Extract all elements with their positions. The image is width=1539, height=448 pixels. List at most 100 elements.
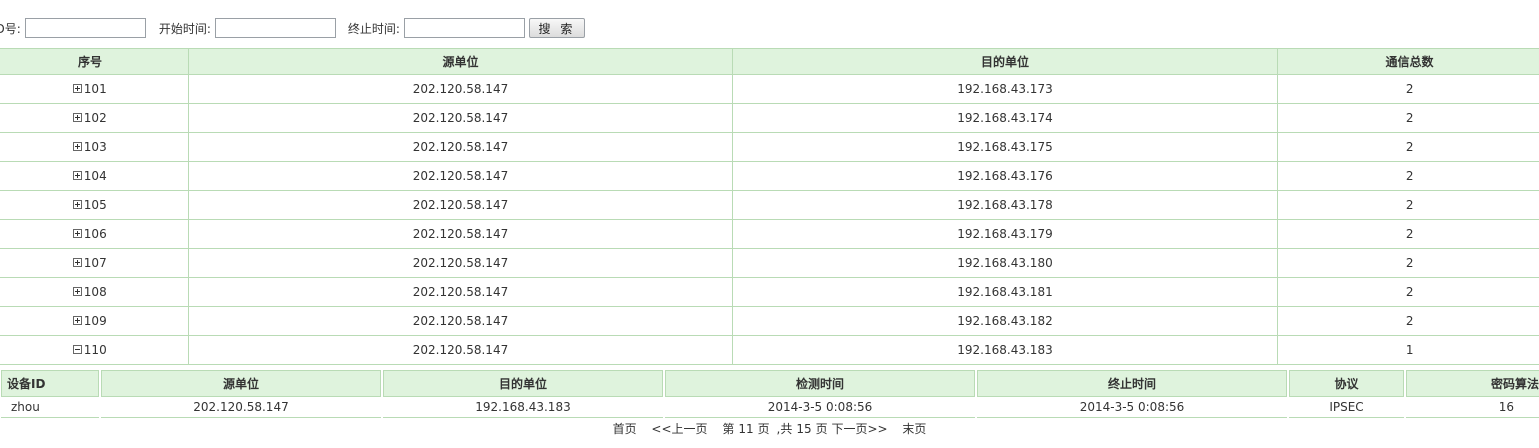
table-row: 104 202.120.58.147 192.168.43.176 2 bbox=[0, 161, 1539, 191]
current-page-number: 11 bbox=[738, 422, 754, 436]
row-count: 1 bbox=[1277, 335, 1539, 365]
row-source: 202.120.58.147 bbox=[188, 306, 733, 336]
expand-plus-icon[interactable] bbox=[72, 113, 82, 122]
detail-table: 设备ID 源单位 目的单位 检测时间 终止时间 协议 密码算法 zhou 202… bbox=[0, 370, 1539, 418]
row-seq-value: 102 bbox=[83, 111, 107, 125]
row-destination: 192.168.43.179 bbox=[732, 219, 1278, 249]
row-seq-value: 108 bbox=[83, 285, 107, 299]
expand-plus-icon[interactable] bbox=[72, 258, 82, 267]
total-pages-prefix: ,共 bbox=[776, 422, 793, 436]
row-seq: 107 bbox=[0, 248, 189, 278]
row-source: 202.120.58.147 bbox=[188, 103, 733, 133]
detail-header-destination: 目的单位 bbox=[383, 370, 663, 397]
row-source: 202.120.58.147 bbox=[188, 335, 733, 365]
expand-plus-icon[interactable] bbox=[72, 84, 82, 93]
header-total-count[interactable]: 通信总数 bbox=[1277, 48, 1539, 75]
row-seq: 104 bbox=[0, 161, 189, 191]
summary-table: 序号 源单位 目的单位 通信总数 101 202.120.58.147 192.16… bbox=[0, 48, 1539, 365]
detail-header-protocol: 协议 bbox=[1289, 370, 1404, 397]
detail-header-source: 源单位 bbox=[101, 370, 381, 397]
row-count: 2 bbox=[1277, 161, 1539, 191]
row-destination: 192.168.43.173 bbox=[732, 74, 1278, 104]
row-seq: 102 bbox=[0, 103, 189, 133]
detail-protocol: IPSEC bbox=[1289, 397, 1404, 418]
row-seq: 101 bbox=[0, 74, 189, 104]
last-page-link[interactable]: 末页 bbox=[902, 422, 926, 436]
expand-plus-icon[interactable] bbox=[72, 287, 82, 296]
row-seq-value: 110 bbox=[83, 343, 107, 357]
start-time-label: 开始时间: bbox=[158, 21, 211, 36]
row-seq: 105 bbox=[0, 190, 189, 220]
row-seq-value: 106 bbox=[83, 227, 107, 241]
search-button[interactable]: 搜 索 bbox=[528, 18, 585, 38]
row-seq-value: 101 bbox=[83, 82, 107, 96]
summary-header-row: 序号 源单位 目的单位 通信总数 bbox=[0, 48, 1539, 75]
row-source: 202.120.58.147 bbox=[188, 248, 733, 278]
id-input[interactable] bbox=[24, 18, 146, 38]
row-seq-value: 109 bbox=[83, 314, 107, 328]
table-row: 109 202.120.58.147 192.168.43.182 2 bbox=[0, 306, 1539, 336]
row-source: 202.120.58.147 bbox=[188, 132, 733, 162]
row-seq: 110 bbox=[0, 335, 189, 365]
table-row: 105 202.120.58.147 192.168.43.178 2 bbox=[0, 190, 1539, 220]
row-destination: 192.168.43.175 bbox=[732, 132, 1278, 162]
expand-plus-icon[interactable] bbox=[72, 200, 82, 209]
row-source: 202.120.58.147 bbox=[188, 190, 733, 220]
row-count: 2 bbox=[1277, 190, 1539, 220]
expand-plus-icon[interactable] bbox=[72, 142, 82, 151]
row-count: 2 bbox=[1277, 132, 1539, 162]
row-seq-value: 105 bbox=[83, 198, 107, 212]
end-time-label: 终止时间: bbox=[347, 21, 400, 36]
expand-plus-icon[interactable] bbox=[72, 171, 82, 180]
row-seq: 103 bbox=[0, 132, 189, 162]
row-seq-value: 103 bbox=[83, 140, 107, 154]
total-pages-number: 15 bbox=[796, 422, 812, 436]
detail-destination: 192.168.43.183 bbox=[383, 397, 663, 418]
start-time-input[interactable] bbox=[214, 18, 336, 38]
end-time-input[interactable] bbox=[403, 18, 525, 38]
table-row: 108 202.120.58.147 192.168.43.181 2 bbox=[0, 277, 1539, 307]
pagination: 首页 <<上一页 第 11 页 ,共 15 页 下一页>> 末页 bbox=[0, 420, 1539, 437]
row-source: 202.120.58.147 bbox=[188, 74, 733, 104]
row-count: 2 bbox=[1277, 277, 1539, 307]
collapse-minus-icon[interactable] bbox=[72, 345, 82, 354]
detail-header-cipher: 密码算法 bbox=[1406, 370, 1539, 397]
row-destination: 192.168.43.182 bbox=[732, 306, 1278, 336]
detail-end-time: 2014-3-5 0:08:56 bbox=[977, 397, 1287, 418]
detail-source: 202.120.58.147 bbox=[101, 397, 381, 418]
row-count: 2 bbox=[1277, 248, 1539, 278]
prev-page-link[interactable]: <<上一页 bbox=[651, 422, 707, 436]
expand-plus-icon[interactable] bbox=[72, 316, 82, 325]
row-destination: 192.168.43.176 bbox=[732, 161, 1278, 191]
row-seq: 106 bbox=[0, 219, 189, 249]
table-row: 102 202.120.58.147 192.168.43.174 2 bbox=[0, 103, 1539, 133]
expand-plus-icon[interactable] bbox=[72, 229, 82, 238]
row-seq-value: 107 bbox=[83, 256, 107, 270]
total-pages-suffix: 页 bbox=[815, 422, 828, 436]
row-destination: 192.168.43.183 bbox=[732, 335, 1278, 365]
detail-row: zhou 202.120.58.147 192.168.43.183 2014-… bbox=[1, 397, 1539, 418]
row-count: 2 bbox=[1277, 103, 1539, 133]
row-seq: 109 bbox=[0, 306, 189, 336]
table-row: 107 202.120.58.147 192.168.43.180 2 bbox=[0, 248, 1539, 278]
header-seq[interactable]: 序号 bbox=[0, 48, 189, 75]
current-page-prefix: 第 bbox=[722, 422, 735, 436]
row-source: 202.120.58.147 bbox=[188, 161, 733, 191]
detail-header-end-time: 终止时间 bbox=[977, 370, 1287, 397]
id-label: ID号: bbox=[0, 21, 21, 36]
first-page-link[interactable]: 首页 bbox=[613, 422, 637, 436]
detail-detect-time: 2014-3-5 0:08:56 bbox=[665, 397, 975, 418]
current-page-info: 第 11 页 bbox=[722, 422, 769, 436]
next-page-link[interactable]: 下一页>> bbox=[831, 422, 887, 436]
table-row: 103 202.120.58.147 192.168.43.175 2 bbox=[0, 132, 1539, 162]
header-source[interactable]: 源单位 bbox=[188, 48, 733, 75]
row-seq: 108 bbox=[0, 277, 189, 307]
detail-cipher: 16 bbox=[1406, 397, 1539, 418]
row-destination: 192.168.43.178 bbox=[732, 190, 1278, 220]
row-count: 2 bbox=[1277, 219, 1539, 249]
detail-device-id: zhou bbox=[1, 397, 99, 418]
header-destination[interactable]: 目的单位 bbox=[732, 48, 1278, 75]
detail-header-row: 设备ID 源单位 目的单位 检测时间 终止时间 协议 密码算法 bbox=[1, 370, 1539, 397]
current-page-suffix: 页 bbox=[757, 422, 770, 436]
table-row: 101 202.120.58.147 192.168.43.173 2 bbox=[0, 74, 1539, 104]
